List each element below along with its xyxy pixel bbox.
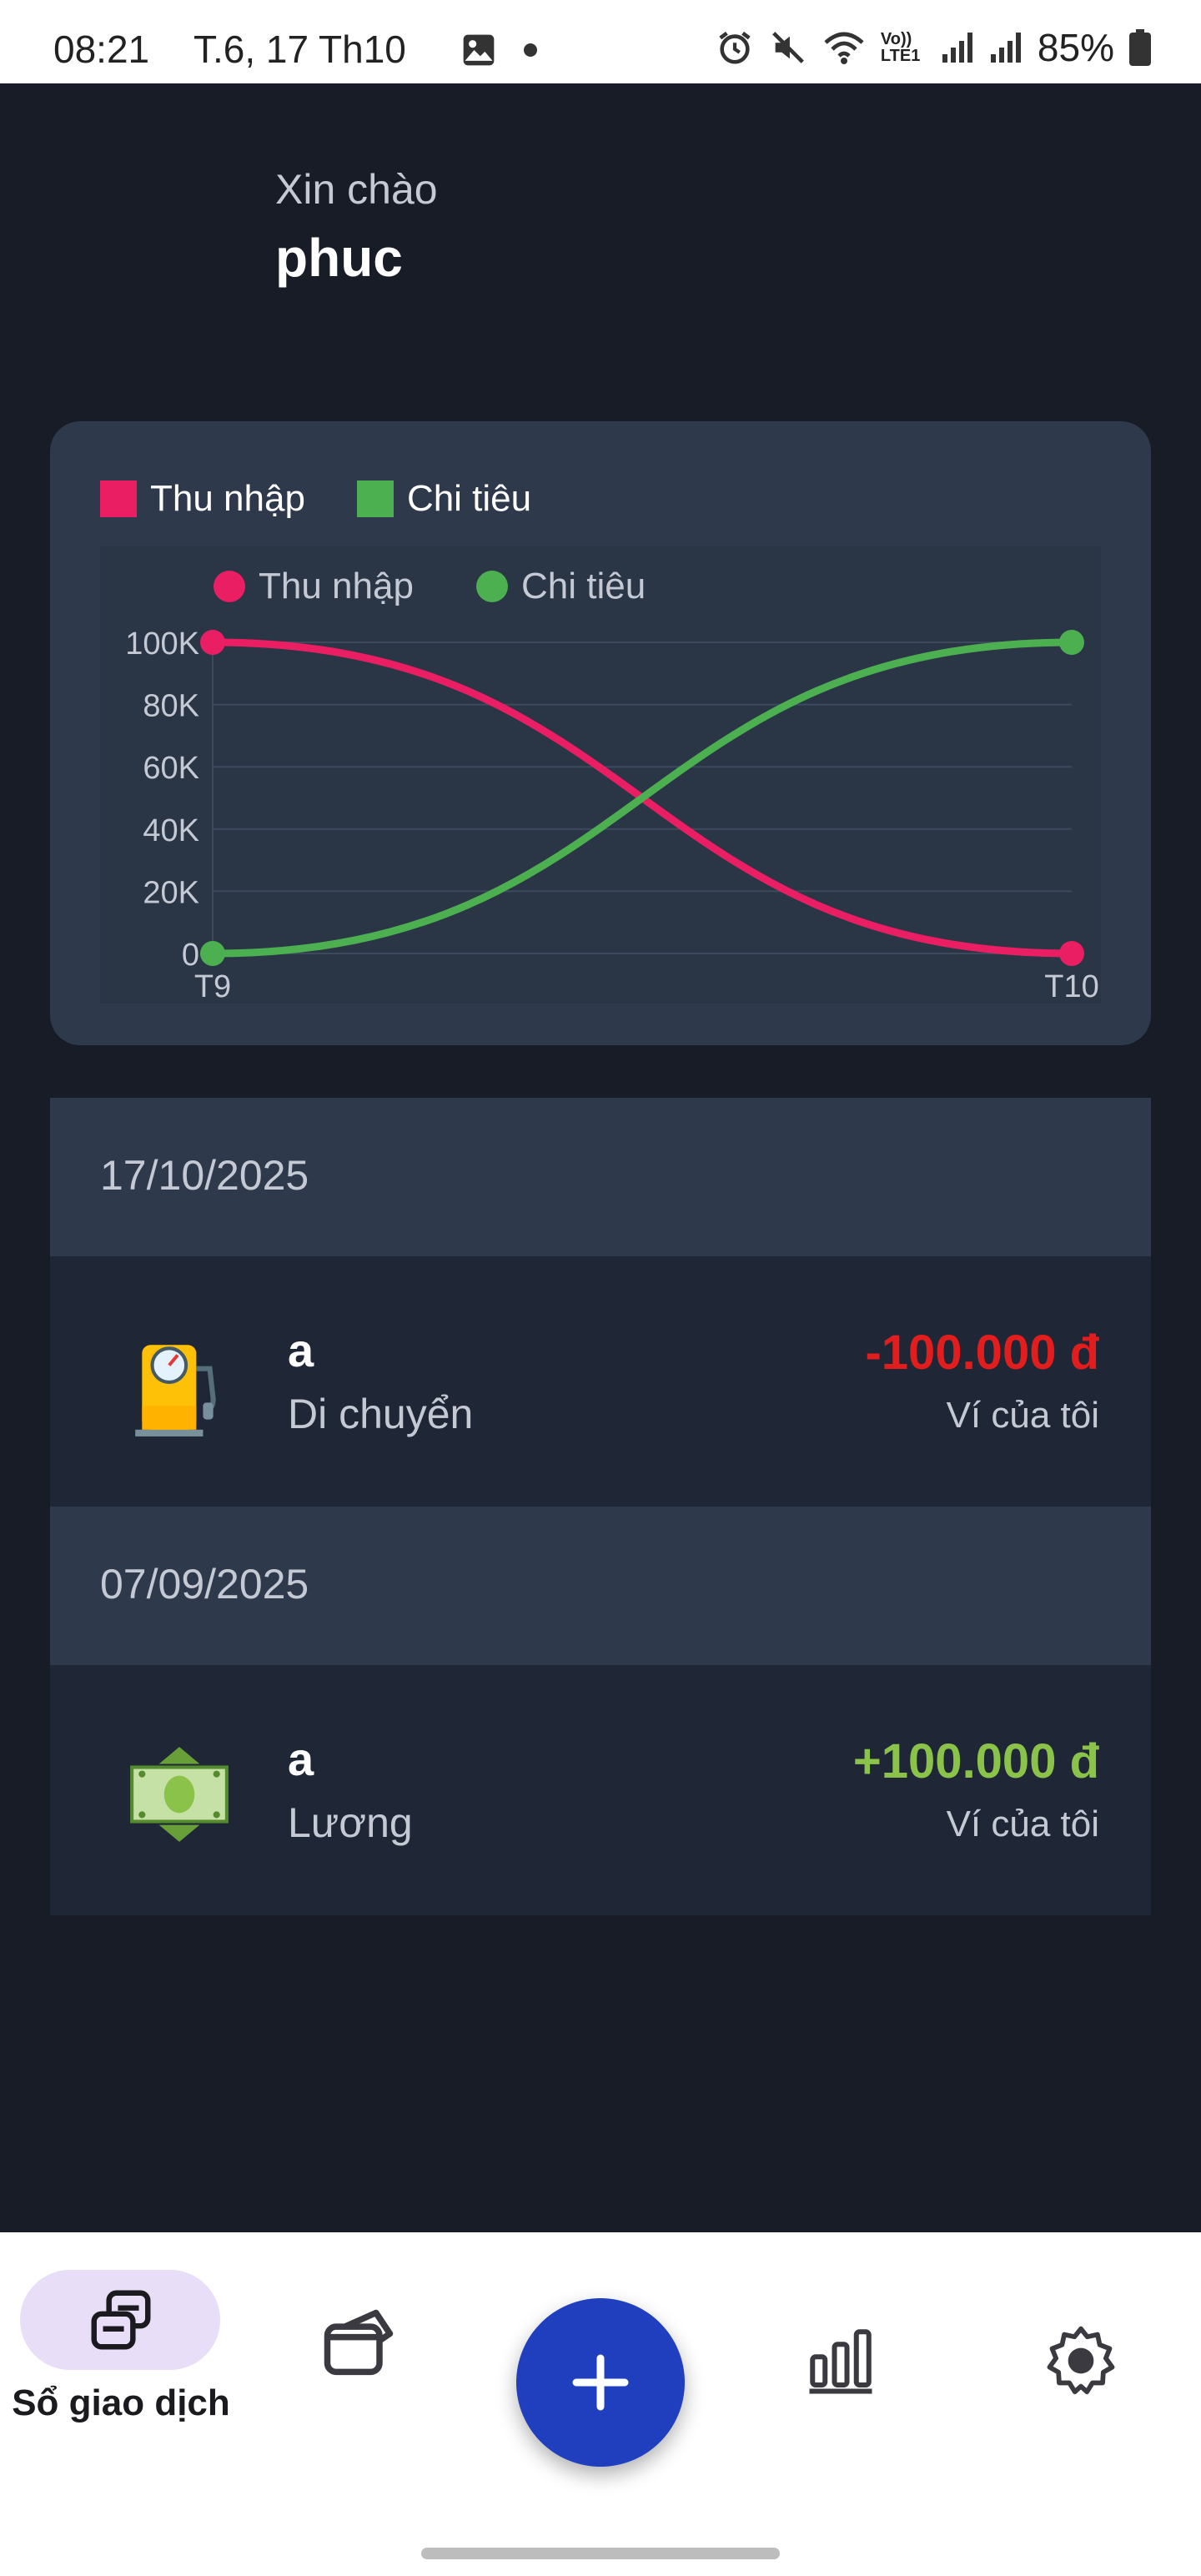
chart-legend-marker [214, 571, 245, 602]
gallery-notification-icon [463, 34, 495, 66]
chart-legend-marker [476, 571, 508, 602]
transaction-title: a [288, 1733, 314, 1785]
home-indicator [421, 2548, 780, 2559]
wallet-icon[interactable] [317, 2302, 400, 2386]
transaction-category: Di chuyển [288, 1391, 474, 1437]
transaction-amount: +100.000 đ [852, 1734, 1099, 1789]
transaction-category: Lương [288, 1799, 413, 1846]
y-tick-label: 0 [182, 938, 199, 973]
user-name: phuc [275, 228, 403, 288]
add-transaction-button[interactable] [516, 2298, 685, 2467]
date-header: 07/09/2025 [50, 1507, 1151, 1665]
bottom-navigation: Sổ giao dịch [0, 2232, 1201, 2576]
expense-swatch [356, 480, 394, 517]
transaction-row[interactable]: a Di chuyển -100.000 đ Ví của tôi [50, 1256, 1151, 1507]
income-expense-chart-card: Thu nhập Chi tiêu 0 20K 40K 60K 80K 100K T9 T10… [50, 421, 1151, 1045]
nav-label-ledger: Sổ giao dịch [12, 2382, 230, 2423]
battery-percent: 85% [1037, 26, 1114, 69]
date-label: 07/09/2025 [100, 1561, 309, 1607]
alarm-icon [719, 31, 751, 64]
card-legend-income: Thu nhập [100, 478, 305, 520]
transactions-ledger-icon [91, 2290, 151, 2350]
status-time: 08:21 [53, 28, 150, 71]
y-tick-label: 20K [143, 875, 199, 910]
data-point [200, 630, 225, 655]
data-point [200, 941, 225, 966]
card-legend-expense: Chi tiêu [356, 478, 532, 520]
data-point [1059, 630, 1084, 655]
card-legend-expense-label: Chi tiêu [406, 478, 532, 519]
stats-icon[interactable] [803, 2322, 878, 2397]
nav-item-ledger[interactable]: Sổ giao dịch [0, 2232, 242, 2449]
salary-money-icon [130, 1747, 229, 1842]
x-tick-label: T10 [1044, 969, 1098, 1004]
lte-label: Vo)) LTE1 [880, 30, 921, 65]
y-tick-label: 80K [143, 689, 199, 724]
y-tick-label: 60K [143, 751, 199, 786]
x-tick-label: T9 [194, 969, 231, 1004]
income-swatch [100, 480, 137, 517]
card-legend: Thu nhập Chi tiêu [100, 478, 583, 520]
signal-icon-2 [990, 33, 1021, 63]
y-tick-label: 40K [143, 813, 199, 848]
settings-icon[interactable] [1043, 2322, 1119, 2399]
transaction-row[interactable]: a Lương +100.000 đ Ví của tôi [50, 1665, 1151, 1915]
notification-dot [524, 43, 537, 57]
add-icon [572, 2354, 629, 2411]
battery-icon [1129, 29, 1151, 66]
fuel-pump-icon [135, 1345, 216, 1436]
card-legend-income-label: Thu nhập [150, 478, 305, 519]
transaction-wallet: Ví của tôi [946, 1804, 1099, 1844]
wifi-icon [824, 32, 864, 64]
transaction-amount: -100.000 đ [865, 1326, 1099, 1380]
status-date: T.6, 17 Th10 [193, 28, 406, 71]
chart-plot-background [100, 546, 1101, 1004]
mute-icon [772, 32, 804, 63]
data-point [1059, 941, 1084, 966]
signal-icon-1 [942, 33, 972, 63]
y-tick-label: 100K [125, 626, 199, 662]
transaction-wallet: Ví của tôi [946, 1395, 1099, 1436]
chart-legend-label: Chi tiêu [521, 566, 646, 606]
date-label: 17/10/2025 [100, 1152, 309, 1199]
line-chart: 0 20K 40K 60K 80K 100K T9 T10 Thu nhập Chi tiêu [100, 546, 1101, 1004]
date-header: 17/10/2025 [50, 1098, 1151, 1256]
greeting-subtitle: Xin chào [275, 166, 438, 213]
status-bar: 08:21 T.6, 17 Th10 Vo)) LTE1 85% [0, 0, 1201, 83]
transaction-title: a [288, 1324, 314, 1376]
chart-legend-label: Thu nhập [259, 566, 414, 606]
